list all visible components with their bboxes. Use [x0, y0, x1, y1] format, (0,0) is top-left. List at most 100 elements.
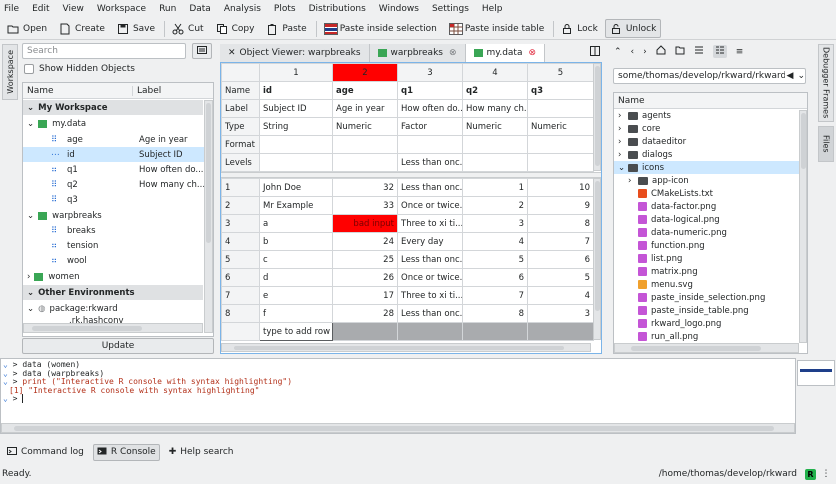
data-cell[interactable]: 10: [527, 178, 594, 197]
data-cell[interactable]: 7: [462, 286, 528, 305]
row-number[interactable]: 8: [221, 304, 260, 323]
data-cell[interactable]: Three to xi ti...: [397, 214, 463, 233]
home-icon[interactable]: [656, 45, 666, 58]
menu-run[interactable]: Run: [159, 4, 176, 14]
data-cell[interactable]: 8: [527, 214, 594, 233]
data-cell[interactable]: e: [259, 286, 333, 305]
menu-windows[interactable]: Windows: [379, 4, 419, 14]
menu-workspace[interactable]: Workspace: [97, 4, 146, 14]
list-view-icon[interactable]: [694, 45, 704, 58]
tree-item-package-rkward[interactable]: ⌄ ◍ package:rkward: [23, 301, 118, 316]
meta-cell[interactable]: [527, 153, 594, 172]
tree-item-age[interactable]: ⠿ age Age in year: [23, 132, 213, 147]
menu-plots[interactable]: Plots: [274, 4, 296, 14]
tree-item-women[interactable]: › women: [23, 269, 79, 284]
data-cell[interactable]: Mr Example: [259, 196, 333, 215]
close-icon[interactable]: ✕: [228, 48, 236, 58]
meta-cell[interactable]: Age in year: [332, 99, 398, 118]
new-folder-icon[interactable]: [675, 45, 685, 58]
close-icon[interactable]: ⊗: [449, 48, 457, 58]
meta-cell[interactable]: String: [259, 117, 333, 136]
data-cell[interactable]: 25: [332, 250, 398, 269]
row-number[interactable]: 1: [221, 178, 260, 197]
create-button[interactable]: Create: [54, 19, 110, 38]
data-cell[interactable]: 28: [332, 304, 398, 323]
row-number[interactable]: 6: [221, 268, 260, 287]
meta-cell[interactable]: How many ch...: [462, 99, 528, 118]
data-cell[interactable]: 5: [527, 268, 594, 287]
file-list-header[interactable]: Name: [614, 93, 807, 109]
data-cell[interactable]: 9: [527, 196, 594, 215]
file-row[interactable]: › dialogs: [614, 148, 807, 161]
workspace-side-tab[interactable]: Workspace: [2, 44, 18, 100]
meta-cell[interactable]: age: [332, 81, 398, 100]
data-cell[interactable]: 32: [332, 178, 398, 197]
console-horizontal-scrollbar[interactable]: [1, 423, 795, 433]
meta-cell[interactable]: Factor: [397, 117, 463, 136]
add-row-input[interactable]: type to add row: [259, 322, 333, 341]
tree-item-breaks[interactable]: ⠿ breaks: [23, 223, 96, 238]
data-cell[interactable]: 6: [527, 250, 594, 269]
tree-item-q2[interactable]: ⠿ q2 How many ch...: [23, 177, 213, 192]
data-cell[interactable]: Every day: [397, 232, 463, 251]
meta-cell[interactable]: [397, 135, 463, 154]
data-cell[interactable]: 24: [332, 232, 398, 251]
file-row[interactable]: CMakeLists.txt: [614, 187, 807, 200]
other-environments-section[interactable]: ⌄ Other Environments: [23, 285, 203, 300]
chevron-down-icon[interactable]: ⌄: [618, 163, 628, 173]
column-number-selected[interactable]: 2: [332, 63, 398, 82]
column-number[interactable]: 4: [462, 63, 528, 82]
data-vertical-scrollbar[interactable]: [593, 178, 601, 340]
row-number[interactable]: 7: [221, 286, 260, 305]
meta-cell[interactable]: [462, 135, 528, 154]
data-cell[interactable]: John Doe: [259, 178, 333, 197]
options-icon[interactable]: ≡: [736, 47, 744, 57]
paste-inside-selection-button[interactable]: Paste inside selection: [319, 19, 442, 38]
data-cell[interactable]: 7: [527, 232, 594, 251]
meta-cell[interactable]: Numeric: [462, 117, 528, 136]
data-cell[interactable]: 2: [462, 196, 528, 215]
meta-cell[interactable]: [462, 153, 528, 172]
close-icon[interactable]: ⊗: [528, 48, 536, 58]
data-cell[interactable]: 1: [462, 178, 528, 197]
data-cell[interactable]: 8: [462, 304, 528, 323]
meta-cell[interactable]: id: [259, 81, 333, 100]
detail-view-icon[interactable]: [712, 45, 727, 58]
tree-item-warpbreaks[interactable]: ⌄ warpbreaks: [23, 208, 102, 223]
column-number[interactable]: 5: [527, 63, 594, 82]
command-log-tab[interactable]: Command log: [4, 446, 87, 459]
back-arrow-icon[interactable]: ‹: [631, 47, 635, 57]
open-button[interactable]: Open: [2, 19, 52, 38]
menu-edit[interactable]: Edit: [32, 4, 49, 14]
tree-item-q1[interactable]: ⠶ q1 How often do...: [23, 162, 213, 177]
meta-cell[interactable]: [332, 153, 398, 172]
paste-inside-table-button[interactable]: Paste inside table: [444, 19, 549, 38]
split-view-icon[interactable]: [590, 46, 600, 59]
file-row[interactable]: › agents: [614, 109, 807, 122]
row-number[interactable]: 3: [221, 214, 260, 233]
chevron-right-icon[interactable]: ›: [618, 150, 628, 160]
data-cell[interactable]: a: [259, 214, 333, 233]
file-row[interactable]: function.png: [614, 239, 807, 252]
menu-help[interactable]: Help: [482, 4, 503, 14]
menu-file[interactable]: File: [4, 4, 19, 14]
unlock-button[interactable]: Unlock: [604, 19, 662, 38]
data-cell[interactable]: c: [259, 250, 333, 269]
save-button[interactable]: Save: [112, 19, 160, 38]
debugger-frames-side-tab[interactable]: Debugger Frames: [818, 44, 834, 122]
column-number[interactable]: 3: [397, 63, 463, 82]
data-cell[interactable]: 4: [527, 286, 594, 305]
meta-cell[interactable]: How often do...: [397, 99, 463, 118]
lock-button[interactable]: Lock: [556, 19, 603, 38]
chevron-right-icon[interactable]: ›: [618, 124, 628, 134]
meta-cell[interactable]: [332, 135, 398, 154]
console-minimap[interactable]: [797, 360, 835, 386]
file-vertical-scrollbar[interactable]: [799, 110, 807, 343]
data-cell[interactable]: Less than onc...: [397, 250, 463, 269]
checkbox-box[interactable]: [24, 64, 34, 74]
file-row[interactable]: menu.svg: [614, 278, 807, 291]
data-cell[interactable]: d: [259, 268, 333, 287]
row-number[interactable]: 5: [221, 250, 260, 269]
data-cell[interactable]: Less than onc...: [397, 178, 463, 197]
file-row[interactable]: › app-icon: [614, 174, 807, 187]
